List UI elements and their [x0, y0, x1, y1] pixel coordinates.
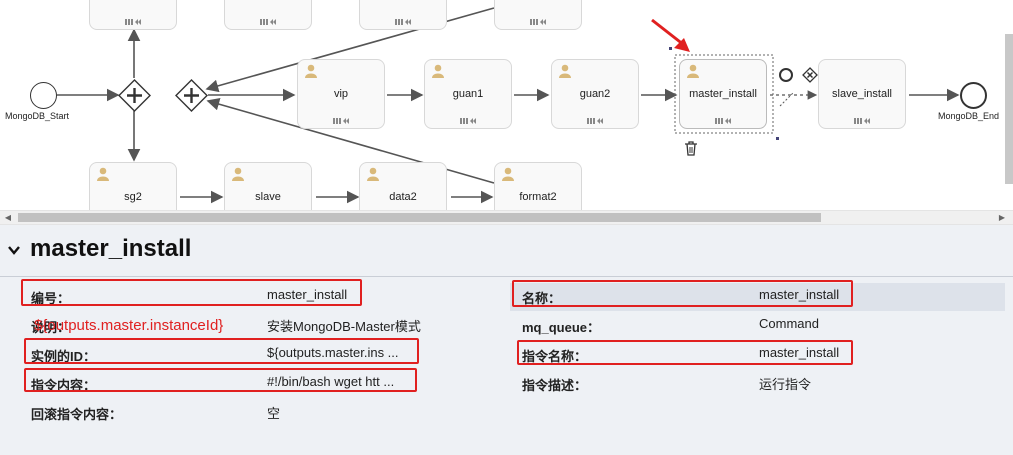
task-node-slave-install[interactable]: slave_install [818, 59, 906, 129]
property-value: 运行指令 [759, 377, 812, 392]
multi-instance-icon [125, 19, 141, 25]
user-task-icon [232, 167, 244, 181]
selection-handle [669, 47, 672, 50]
horizontal-scrollbar[interactable]: ◀ ▶ [0, 210, 1013, 225]
property-key: mq_queue： [522, 320, 601, 335]
red-annotation-text: ${outputs.master.instanceId} [34, 317, 224, 334]
end-event[interactable] [960, 82, 987, 109]
scroll-right-arrow-icon[interactable]: ▶ [997, 213, 1007, 223]
task-node-top-3[interactable] [359, 0, 447, 30]
task-label: guan1 [452, 88, 484, 100]
multi-instance-icon [460, 118, 476, 124]
multi-instance-icon [715, 118, 731, 124]
process-diagram-canvas[interactable]: MongoDB_Start vip guan1 guan2 master_ins… [0, 0, 1013, 210]
red-highlight-box [21, 279, 362, 306]
task-node-top-1[interactable] [89, 0, 177, 30]
parallel-gateway-join[interactable] [175, 79, 208, 112]
multi-instance-icon [854, 118, 870, 124]
task-label: guan2 [579, 88, 611, 100]
red-highlight-box [517, 340, 853, 365]
properties-header[interactable]: master_install [8, 235, 191, 263]
start-event-label: MongoDB_Start [5, 111, 70, 121]
task-node-format2[interactable]: format2 [494, 162, 582, 210]
property-key: 回滚指令内容： [31, 407, 123, 422]
property-value: 安装MongoDB-Master模式 [267, 319, 421, 334]
scroll-left-arrow-icon[interactable]: ◀ [3, 213, 13, 223]
user-task-icon [687, 64, 699, 78]
task-node-vip[interactable]: vip [297, 59, 385, 129]
user-task-icon [367, 167, 379, 181]
property-value: Command [759, 316, 819, 331]
horizontal-scrollbar-thumb[interactable] [18, 213, 821, 222]
task-node-data2[interactable]: data2 [359, 162, 447, 210]
properties-title: master_install [30, 235, 192, 262]
task-node-slave[interactable]: slave [224, 162, 312, 210]
task-label: slave_install [832, 88, 892, 100]
task-node-guan2[interactable]: guan2 [551, 59, 639, 129]
parallel-gateway-split[interactable] [118, 79, 151, 112]
task-label: sg2 [124, 191, 142, 203]
property-row-command-description[interactable]: 指令描述： 运行指令 [522, 370, 1002, 396]
user-task-icon [97, 167, 109, 181]
property-key: 指令描述： [522, 378, 588, 393]
task-node-top-4[interactable] [494, 0, 582, 30]
multi-instance-icon [395, 19, 411, 25]
task-node-master-install[interactable]: master_install [679, 59, 767, 129]
chevron-down-icon[interactable] [8, 242, 24, 258]
property-row-rollback-content[interactable]: 回滚指令内容： 空 [31, 399, 431, 425]
user-task-icon [432, 64, 444, 78]
task-label: slave [255, 191, 281, 203]
task-label: master_install [689, 88, 757, 100]
multi-instance-icon [530, 19, 546, 25]
vertical-scrollbar-thumb[interactable] [1005, 34, 1013, 184]
task-node-guan1[interactable]: guan1 [424, 59, 512, 129]
red-highlight-box [24, 338, 419, 364]
user-task-icon [305, 64, 317, 78]
append-gateway-icon[interactable] [802, 67, 818, 83]
append-end-event-icon[interactable] [779, 68, 793, 82]
task-label: vip [333, 88, 349, 100]
multi-instance-icon [260, 19, 276, 25]
property-row-mq-queue[interactable]: mq_queue： Command [522, 312, 1002, 338]
multi-instance-icon [333, 118, 349, 124]
user-task-icon [559, 64, 571, 78]
multi-instance-icon [587, 118, 603, 124]
red-highlight-box [512, 280, 853, 307]
selection-handle [776, 137, 779, 140]
task-label: format2 [519, 191, 557, 203]
task-node-sg2[interactable]: sg2 [89, 162, 177, 210]
property-value: 空 [267, 406, 281, 421]
user-task-icon [502, 167, 514, 181]
trash-icon[interactable] [684, 141, 698, 156]
start-event[interactable] [30, 82, 57, 109]
task-node-top-2[interactable] [224, 0, 312, 30]
divider [0, 276, 1013, 277]
end-event-label: MongoDB_End [938, 111, 1000, 121]
red-highlight-box [24, 368, 417, 392]
task-label: data2 [389, 191, 417, 203]
